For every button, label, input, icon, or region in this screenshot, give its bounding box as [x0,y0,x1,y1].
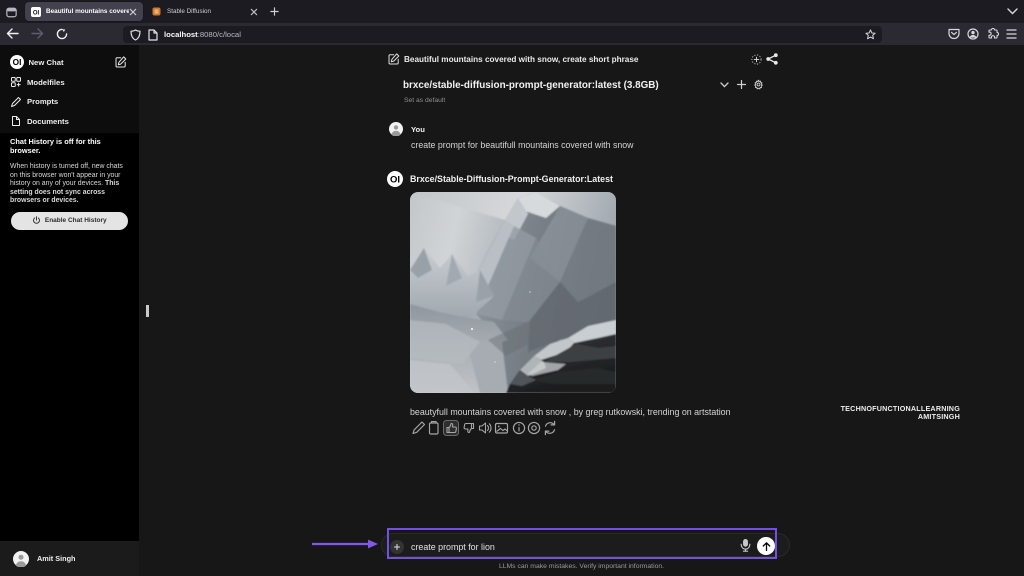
svg-text:OI: OI [33,10,40,16]
svg-text:OI: OI [390,174,400,185]
svg-text:OI: OI [12,57,21,67]
